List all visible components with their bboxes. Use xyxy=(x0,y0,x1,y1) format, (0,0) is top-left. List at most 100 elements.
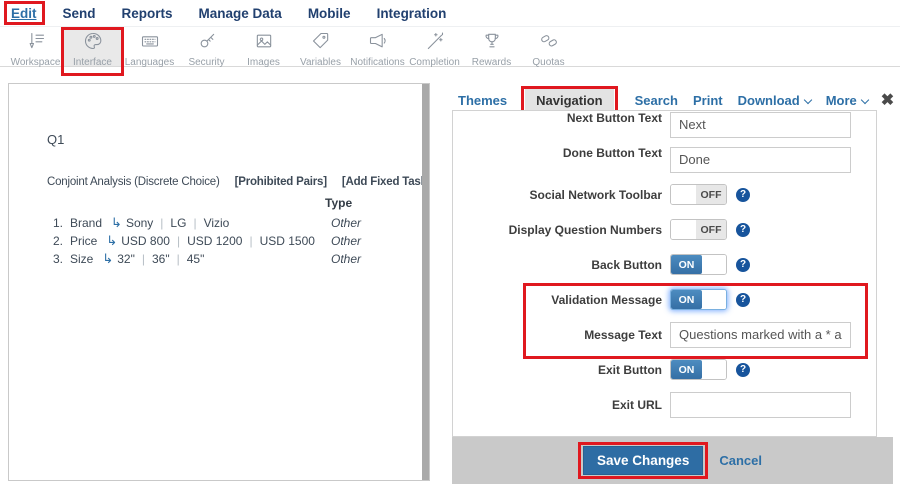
attribute-option: USD 1200 xyxy=(170,234,243,248)
toolbar-item-completion[interactable]: Completion xyxy=(406,27,463,66)
form-footer: Save Changes Cancel xyxy=(452,437,893,484)
toolbar-label: Quotas xyxy=(532,57,564,68)
variables-tag-icon xyxy=(311,31,331,56)
validation-message-toggle[interactable]: ON xyxy=(670,289,727,310)
save-changes-button[interactable]: Save Changes xyxy=(583,446,703,475)
done-button-text-input[interactable] xyxy=(670,147,851,173)
toolbar-label: Variables xyxy=(300,57,341,68)
attribute-name: Size xyxy=(70,252,93,266)
display-question-numbers-toggle[interactable]: OFF xyxy=(670,219,727,240)
form-row-exit-button: Exit Button ON ? xyxy=(453,352,876,387)
interface-palette-icon xyxy=(83,31,103,56)
preview-scrollbar[interactable] xyxy=(422,84,429,480)
toolbar-item-notifications[interactable]: Notifications xyxy=(349,27,406,66)
completion-wand-icon xyxy=(425,31,445,56)
tab-navigation[interactable]: Navigation xyxy=(525,89,613,112)
toolbar-item-security[interactable]: Security xyxy=(178,27,235,66)
row-number: 2. xyxy=(53,234,67,248)
help-icon[interactable]: ? xyxy=(736,293,750,307)
next-button-text-input[interactable] xyxy=(670,112,851,138)
help-icon[interactable]: ? xyxy=(736,363,750,377)
attribute-option: Vizio xyxy=(186,216,229,230)
field-label: Message Text xyxy=(453,328,662,342)
download-link[interactable]: Download xyxy=(738,93,811,108)
workspace-icon xyxy=(26,31,46,56)
print-link[interactable]: Print xyxy=(693,93,723,108)
question-type-title: Conjoint Analysis (Discrete Choice) xyxy=(47,176,220,188)
field-label: Exit URL xyxy=(453,398,662,412)
question-number: Q1 xyxy=(47,132,64,147)
tab-themes[interactable]: Themes xyxy=(458,93,507,108)
type-column-header: Type xyxy=(325,196,352,210)
field-label: Display Question Numbers xyxy=(453,223,662,237)
field-label: Next Button Text xyxy=(453,111,662,125)
attribute-type: Other xyxy=(331,252,361,266)
toolbar-item-images[interactable]: Images xyxy=(235,27,292,66)
social-network-toolbar-toggle[interactable]: OFF xyxy=(670,184,727,205)
toolbar-label: Notifications xyxy=(350,57,404,68)
tab-search[interactable]: Search xyxy=(635,93,678,108)
attribute-type: Other xyxy=(331,216,361,230)
close-icon[interactable]: ✖ xyxy=(881,90,894,110)
form-row-done-button-text: Done Button Text xyxy=(453,142,876,177)
help-icon[interactable]: ? xyxy=(736,258,750,272)
form-row-social-network-toolbar: Social Network Toolbar OFF ? xyxy=(453,177,876,212)
exit-url-input[interactable] xyxy=(670,392,851,418)
nav-item-manage-data[interactable]: Manage Data xyxy=(199,5,282,22)
edit-toolbar: Workspace Interface Languages Security I… xyxy=(0,27,900,67)
attribute-option: LG xyxy=(153,216,186,230)
toolbar-item-workspace[interactable]: Workspace xyxy=(7,27,64,66)
attribute-option: 36" xyxy=(135,252,170,266)
add-fixed-tasks-link[interactable]: [Add Fixed Tasks xyxy=(342,176,430,188)
field-label: Exit Button xyxy=(453,363,662,377)
attribute-option: 45" xyxy=(170,252,205,266)
field-label: Done Button Text xyxy=(453,146,662,160)
settings-tabbar: Themes Navigation Search Print Download … xyxy=(452,88,893,112)
survey-preview-panel: Q1 Conjoint Analysis (Discrete Choice) [… xyxy=(8,83,430,481)
nav-item-send[interactable]: Send xyxy=(63,5,96,22)
row-number: 3. xyxy=(53,252,67,266)
top-nav: Edit Send Reports Manage Data Mobile Int… xyxy=(0,0,900,27)
attribute-row: 3. Size ↳ 32" 36" 45" Other xyxy=(53,251,423,267)
toolbar-label: Images xyxy=(247,57,280,68)
navigation-settings-form: Next Button Text Done Button Text Social… xyxy=(452,110,877,437)
nav-item-reports[interactable]: Reports xyxy=(122,5,173,22)
exit-button-toggle[interactable]: ON xyxy=(670,359,727,380)
nav-item-mobile[interactable]: Mobile xyxy=(308,5,351,22)
attribute-name: Brand xyxy=(70,216,102,230)
toolbar-item-rewards[interactable]: Rewards xyxy=(463,27,520,66)
toolbar-item-languages[interactable]: Languages xyxy=(121,27,178,66)
toolbar-label: Completion xyxy=(409,57,460,68)
toolbar-label: Rewards xyxy=(472,57,511,68)
attribute-option: USD 1500 xyxy=(242,234,315,248)
branch-arrow-icon: ↳ xyxy=(106,233,117,249)
form-row-validation-message: Validation Message ON ? xyxy=(453,282,876,317)
toolbar-item-interface[interactable]: Interface xyxy=(64,27,121,66)
toolbar-item-quotas[interactable]: Quotas xyxy=(520,27,577,66)
back-button-toggle[interactable]: ON xyxy=(670,254,727,275)
branch-arrow-icon: ↳ xyxy=(102,251,113,267)
attribute-option: Sony xyxy=(126,216,153,230)
rewards-trophy-icon xyxy=(482,31,502,56)
nav-item-integration[interactable]: Integration xyxy=(377,5,447,22)
help-icon[interactable]: ? xyxy=(736,188,750,202)
help-icon[interactable]: ? xyxy=(736,223,750,237)
toolbar-label: Workspace xyxy=(11,57,61,68)
attribute-row: 2. Price ↳ USD 800 USD 1200 USD 1500 Oth… xyxy=(53,233,423,249)
attribute-option: USD 800 xyxy=(121,234,170,248)
field-label: Validation Message xyxy=(453,293,662,307)
more-link[interactable]: More xyxy=(826,93,868,108)
field-label: Back Button xyxy=(453,258,662,272)
security-key-icon xyxy=(197,31,217,56)
attribute-type: Other xyxy=(331,234,361,248)
cancel-link[interactable]: Cancel xyxy=(719,453,762,468)
toolbar-item-variables[interactable]: Variables xyxy=(292,27,349,66)
toolbar-label: Security xyxy=(188,57,224,68)
form-row-message-text: Message Text xyxy=(453,317,876,352)
languages-keyboard-icon xyxy=(140,31,160,56)
attribute-row: 1. Brand ↳ Sony LG Vizio Other xyxy=(53,215,423,231)
message-text-input[interactable] xyxy=(670,322,851,348)
nav-item-edit[interactable]: Edit xyxy=(11,5,37,22)
app-window: Edit Send Reports Manage Data Mobile Int… xyxy=(0,0,900,484)
prohibited-pairs-link[interactable]: [Prohibited Pairs] xyxy=(235,176,327,188)
